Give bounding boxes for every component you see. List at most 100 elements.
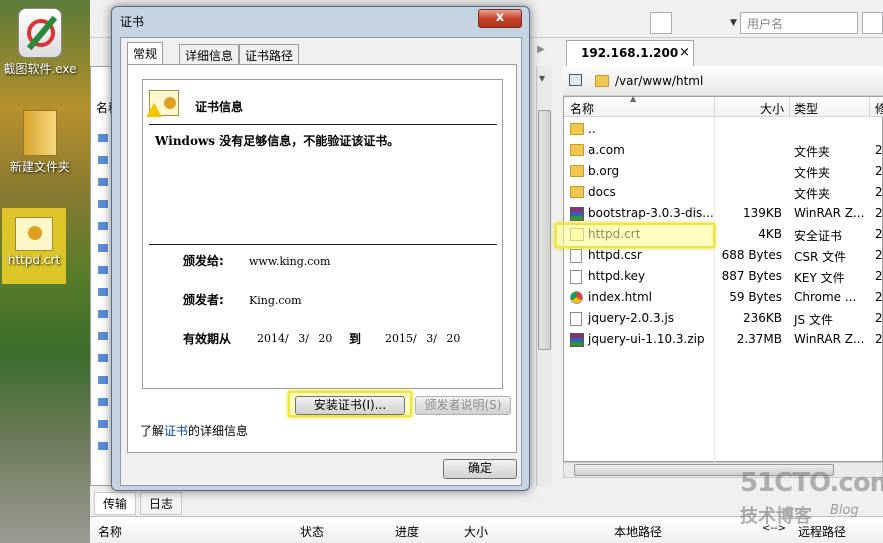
- tab-cert-path[interactable]: 证书路径: [239, 44, 300, 64]
- file-row[interactable]: jquery-2.0.3.js 236KB JS 文件 2(: [564, 308, 883, 329]
- file-type: CSR 文件: [794, 250, 847, 264]
- close-icon[interactable]: ×: [679, 45, 690, 60]
- file-modified: 2(: [875, 164, 883, 178]
- col-status[interactable]: 状态: [300, 523, 324, 540]
- learn-more-suffix: 的详细信息: [188, 424, 249, 438]
- folder-icon: [595, 75, 609, 87]
- file-type: Chrome ...: [794, 290, 857, 304]
- file-name: docs: [588, 185, 616, 199]
- folder-icon: [23, 110, 57, 156]
- col-progress[interactable]: 进度: [395, 523, 419, 540]
- username-input[interactable]: 用户名: [740, 12, 858, 34]
- desktop-icon-label: 新建文件夹: [9, 160, 70, 174]
- remote-path-bar: /var/www/html: [563, 66, 883, 96]
- col-size[interactable]: 大小: [464, 523, 488, 540]
- remote-session-tab[interactable]: 192.168.1.200 ×: [566, 40, 694, 66]
- winrar-icon: [570, 333, 584, 347]
- nav-arrow-icon[interactable]: ▶: [530, 40, 552, 60]
- issued-to-value: www.king.com: [249, 255, 331, 268]
- desktop-icon-screenshot-app[interactable]: 截图软件.exe: [0, 8, 80, 77]
- file-name: jquery-2.0.3.js: [588, 311, 675, 325]
- certificate-warning-icon: [146, 90, 179, 117]
- tab-details[interactable]: 详细信息: [179, 44, 240, 64]
- issued-to-label: 颁发给:: [183, 254, 224, 268]
- file-row[interactable]: bootstrap-3.0.3-dis...139KBWinRAR Z...2(: [564, 203, 883, 224]
- valid-to-label: 到: [349, 332, 362, 346]
- learn-more-link[interactable]: 证书: [164, 424, 188, 438]
- col-type[interactable]: 类型: [794, 100, 818, 117]
- valid-to-value: 2015/ 3/ 20: [385, 332, 461, 345]
- tab-transfer[interactable]: 传输: [94, 492, 137, 515]
- tab-general[interactable]: 常规: [127, 42, 164, 65]
- file-name: index.html: [588, 290, 652, 304]
- folder-icon: [570, 186, 584, 198]
- file-row[interactable]: docs 文件夹 2(: [564, 182, 883, 203]
- file-row[interactable]: index.html 59 Bytes Chrome ... 2(: [564, 287, 883, 308]
- dialog-client: 常规 详细信息 证书路径 证书信息 Windows 没有足够信息，不能验证该证书…: [120, 37, 522, 486]
- local-scrollbar[interactable]: ▼: [536, 66, 552, 486]
- screenshot-app-icon: [18, 8, 62, 58]
- file-size: 2.37MB: [736, 332, 782, 346]
- col-name[interactable]: 名称: [98, 523, 122, 540]
- file-modified: 2(: [875, 248, 883, 262]
- file-type: 文件夹: [794, 166, 831, 180]
- winrar-icon: [570, 207, 584, 221]
- issuer-statement-button[interactable]: 颁发者说明(S): [415, 396, 511, 415]
- col-local-path[interactable]: 本地路径: [614, 523, 662, 540]
- desktop-icon-httpd-crt[interactable]: httpd.crt: [2, 208, 66, 284]
- file-type: 文件夹: [794, 187, 831, 201]
- learn-more-prefix: 了解: [140, 424, 165, 438]
- file-modified: 2(: [875, 332, 883, 346]
- file-size: 59 Bytes: [729, 290, 782, 304]
- col-name[interactable]: 名称: [570, 100, 594, 117]
- watermark-blog: Blog: [830, 503, 859, 518]
- highlight-httpd-crt: [555, 223, 715, 248]
- remote-tab-label: 192.168.1.200: [581, 46, 679, 60]
- folder-icon: [570, 123, 584, 135]
- install-certificate-button[interactable]: 安装证书(I)...: [295, 396, 405, 415]
- file-row[interactable]: a.com 文件夹 2(: [564, 140, 883, 161]
- file-modified: 2(: [875, 269, 883, 283]
- valid-from-value: 2014/ 3/ 20: [257, 332, 333, 345]
- remote-file-list[interactable]: 名称 ▲ 大小 类型 修 .. a.com 文件夹 2( b.org 文件夹 2( docs 文…: [563, 94, 883, 463]
- learn-more-text: 了解证书的详细信息: [140, 422, 248, 439]
- file-row[interactable]: httpd.key 887 Bytes KEY 文件 2(: [564, 266, 883, 287]
- divider: [149, 124, 497, 125]
- password-input[interactable]: [862, 12, 883, 34]
- file-name: jquery-ui-1.10.3.zip: [588, 332, 705, 346]
- watermark-sub: 技术博客: [740, 506, 812, 527]
- file-type: WinRAR Z...: [794, 332, 865, 346]
- valid-from-label: 有效期从: [183, 332, 232, 346]
- file-type: 文件夹: [794, 145, 831, 159]
- local-file-icons: [98, 124, 108, 454]
- col-size[interactable]: 大小: [760, 100, 784, 117]
- file-row[interactable]: httpd.csr 688 Bytes CSR 文件 2(: [564, 245, 883, 266]
- dialog-title: 证书: [120, 15, 145, 29]
- file-row[interactable]: ..: [564, 119, 883, 140]
- close-button[interactable]: x: [478, 9, 522, 28]
- file-name: httpd.key: [588, 269, 646, 283]
- file-modified: 2(: [875, 185, 883, 199]
- view-toggle-icon[interactable]: [569, 74, 582, 86]
- file-icon: [570, 270, 582, 284]
- file-name: b.org: [588, 164, 620, 178]
- file-modified: 2(: [875, 206, 883, 220]
- desktop-icon-label: 截图软件.exe: [3, 62, 77, 76]
- tab-log[interactable]: 日志: [140, 492, 183, 515]
- file-size: 688 Bytes: [721, 248, 782, 262]
- desktop-icon-new-folder[interactable]: 新建文件夹: [0, 110, 80, 175]
- host-input-end[interactable]: [650, 12, 672, 34]
- file-row[interactable]: jquery-ui-1.10.3.zip 2.37MB WinRAR Z... 2(: [564, 329, 883, 350]
- ok-button[interactable]: 确定: [443, 459, 517, 479]
- col-mod[interactable]: 修: [875, 100, 883, 117]
- chrome-icon: [570, 291, 583, 304]
- file-icon: [570, 249, 582, 263]
- sort-up-icon: ▲: [630, 94, 637, 103]
- cert-info-heading: 证书信息: [195, 100, 244, 114]
- file-row[interactable]: b.org 文件夹 2(: [564, 161, 883, 182]
- file-type: KEY 文件: [794, 271, 845, 285]
- dropdown-arrow-icon[interactable]: ▼: [730, 18, 737, 28]
- folder-icon: [570, 144, 584, 156]
- file-name: ..: [588, 122, 596, 136]
- remote-path[interactable]: /var/www/html: [615, 74, 703, 88]
